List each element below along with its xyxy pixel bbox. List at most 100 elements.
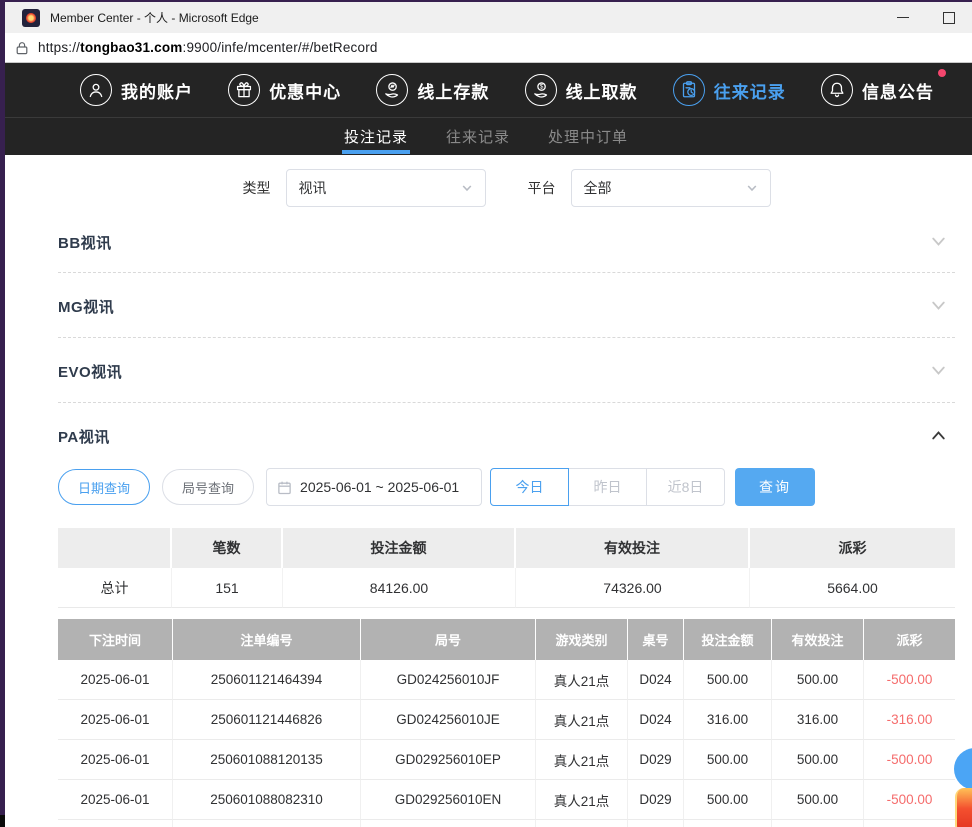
lock-icon	[14, 40, 30, 56]
cell-table-no: D029	[628, 740, 684, 780]
chevron-down-icon	[461, 182, 473, 194]
chevron-up-icon[interactable]	[930, 427, 947, 449]
platform-filter-label: 平台	[528, 178, 556, 198]
chevron-down-icon	[746, 182, 758, 194]
chevron-down-icon[interactable]	[930, 297, 947, 319]
maximize-button[interactable]	[926, 2, 972, 33]
header-bet-amount: 投注金额	[684, 619, 772, 660]
summary-header-bet-amount: 投注金额	[283, 528, 516, 568]
cell-payout: -500.00	[864, 740, 955, 780]
sub-tabs: 投注记录 往来记录 处理中订单	[0, 118, 972, 154]
section-bb-video-header[interactable]: BB视讯	[58, 233, 955, 255]
cell-table-no: D029	[628, 780, 684, 820]
summary-payout-value: 5664.00	[750, 568, 955, 608]
calendar-icon	[277, 480, 292, 495]
nav-item-transaction-records[interactable]: 往来记录	[673, 74, 786, 106]
date-query-button[interactable]: 日期查询	[58, 469, 150, 505]
minimize-button[interactable]	[880, 2, 926, 33]
cell-table-no	[628, 820, 684, 827]
nav-item-my-account[interactable]: 我的账户	[80, 74, 193, 106]
cell-order-no	[173, 820, 361, 827]
gift-icon	[228, 74, 260, 106]
desktop-edge-top	[0, 0, 972, 2]
nav-item-withdraw[interactable]: $ 线上取款	[525, 74, 638, 106]
summary-header-count: 笔数	[172, 528, 283, 568]
cell-bet-amount	[684, 820, 772, 827]
cell-bet-amount: 500.00	[684, 660, 772, 700]
url-bar[interactable]: https://tongbao31.com:9900/infe/mcenter/…	[0, 33, 972, 63]
nav-label: 线上取款	[566, 78, 638, 103]
cell-bet-amount: 500.00	[684, 780, 772, 820]
bet-record-row: 2025-06-01250601088082310GD029256010EN真人…	[58, 780, 955, 820]
url-domain: tongbao31.com	[80, 40, 182, 55]
page-content: 类型 视讯 平台 全部 BB视讯	[0, 155, 972, 827]
chevron-down-icon[interactable]	[930, 233, 947, 255]
bet-record-row: 2025-06-01250601088120135GD029256010EP真人…	[58, 740, 955, 780]
summary-valid-bet-value: 74326.00	[516, 568, 750, 608]
section-title: PA视讯	[58, 428, 110, 448]
round-query-button[interactable]: 局号查询	[162, 469, 254, 505]
cell-payout	[864, 820, 955, 827]
withdraw-icon: $	[525, 74, 557, 106]
today-button[interactable]: 今日	[490, 468, 569, 506]
cell-round-no: GD024256010JE	[361, 700, 536, 740]
header-table-no: 桌号	[628, 619, 684, 660]
section-evo-video: EVO视讯	[58, 338, 955, 403]
section-mg-video: MG视讯	[58, 273, 955, 338]
nav-item-promotions[interactable]: 优惠中心	[228, 74, 341, 106]
cell-valid-bet	[772, 820, 864, 827]
url-text: https://tongbao31.com:9900/infe/mcenter/…	[38, 40, 378, 55]
header-valid-bet: 有效投注	[772, 619, 864, 660]
quick-range-group: 今日 昨日 近8日	[490, 468, 725, 506]
yesterday-button[interactable]: 昨日	[568, 468, 647, 506]
summary-count-value: 151	[172, 568, 283, 608]
cell-round-no: GD029256010EP	[361, 740, 536, 780]
header-game-type: 游戏类别	[536, 619, 628, 660]
minimize-icon	[897, 17, 909, 18]
header-round-no: 局号	[361, 619, 536, 660]
tab-transaction-records[interactable]: 往来记录	[444, 118, 512, 154]
cell-valid-bet: 500.00	[772, 780, 864, 820]
window-title: Member Center - 个人 - Microsoft Edge	[50, 9, 259, 26]
cell-bet-amount: 316.00	[684, 700, 772, 740]
cell-table-no: D024	[628, 700, 684, 740]
summary-table: 笔数 投注金额 有效投注 派彩 总计 151 84126.00 74326.00	[58, 528, 955, 608]
tab-bet-records[interactable]: 投注记录	[342, 118, 410, 154]
desktop-edge-left-cap	[0, 815, 5, 827]
window-controls	[880, 2, 972, 33]
deposit-icon	[376, 74, 408, 106]
type-select[interactable]: 视讯	[286, 169, 486, 207]
search-button[interactable]: 查询	[735, 468, 815, 506]
summary-header-blank	[58, 528, 172, 568]
summary-total-label: 总计	[58, 568, 172, 608]
nav-item-announcements[interactable]: 信息公告	[821, 74, 934, 106]
cell-order-no: 250601088120135	[173, 740, 361, 780]
nav-item-deposit[interactable]: 线上存款	[376, 74, 489, 106]
cell-bet-time: 2025-06-01	[58, 700, 173, 740]
nav-label: 线上存款	[417, 78, 489, 103]
platform-filter-group: 平台 全部	[528, 169, 771, 207]
chevron-down-icon[interactable]	[930, 362, 947, 384]
site-favicon	[22, 9, 40, 27]
cell-payout: -500.00	[864, 660, 955, 700]
cell-valid-bet: 500.00	[772, 740, 864, 780]
summary-header-payout: 派彩	[750, 528, 955, 568]
cell-game-type: 真人21点	[536, 660, 628, 700]
tab-pending-orders[interactable]: 处理中订单	[546, 118, 630, 154]
query-bar: 日期查询 局号查询 2025-06-01 ~ 2025-06-01 今日 昨日 …	[58, 468, 955, 506]
edge-window: Member Center - 个人 - Microsoft Edge http…	[0, 0, 972, 827]
promo-fab[interactable]	[955, 788, 972, 827]
bell-icon	[821, 74, 853, 106]
type-select-value: 视讯	[299, 178, 327, 198]
section-title: EVO视讯	[58, 363, 122, 383]
section-evo-video-header[interactable]: EVO视讯	[58, 362, 955, 384]
cell-bet-time: 2025-06-01	[58, 660, 173, 700]
section-pa-video-header[interactable]: PA视讯	[58, 427, 955, 449]
section-mg-video-header[interactable]: MG视讯	[58, 297, 955, 319]
last-8-days-button[interactable]: 近8日	[646, 468, 725, 506]
platform-select[interactable]: 全部	[571, 169, 771, 207]
site-header: 我的账户 优惠中心 线上存款 $ 线上取款	[0, 63, 972, 155]
cell-round-no: GD024256010JF	[361, 660, 536, 700]
cell-payout: -316.00	[864, 700, 955, 740]
date-range-input[interactable]: 2025-06-01 ~ 2025-06-01	[266, 468, 482, 506]
